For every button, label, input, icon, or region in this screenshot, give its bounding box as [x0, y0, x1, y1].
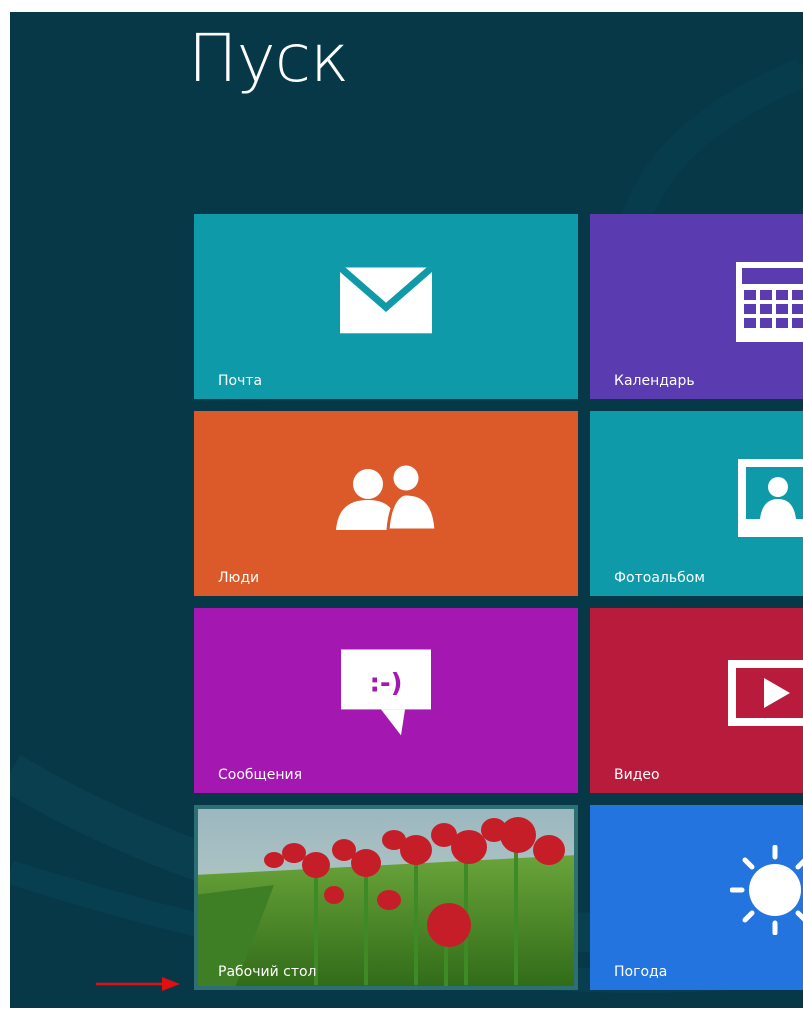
tile-selection-border — [194, 805, 578, 990]
people-icon — [336, 462, 438, 531]
tile-video[interactable]: Видео — [590, 608, 803, 793]
play-icon — [728, 660, 803, 726]
tile-weather[interactable]: Погода — [590, 805, 803, 990]
page-title: Пуск — [188, 20, 349, 97]
tile-photos-label: Фотоальбом — [614, 570, 705, 586]
tile-desktop-label: Рабочий стол — [218, 964, 317, 980]
tile-mail-label: Почта — [218, 373, 263, 389]
photo-icon — [738, 459, 803, 537]
tile-video-label: Видео — [614, 767, 660, 783]
calendar-icon — [736, 262, 803, 342]
tile-messaging[interactable]: :-) Сообщения — [194, 608, 578, 793]
tile-people[interactable]: Люди — [194, 411, 578, 596]
tile-messaging-label: Сообщения — [218, 767, 303, 783]
tile-photos[interactable]: Фотоальбом — [590, 411, 803, 596]
tile-calendar[interactable]: Календарь — [590, 214, 803, 399]
sun-icon — [730, 845, 803, 935]
tile-desktop[interactable]: Рабочий стол — [194, 805, 578, 990]
envelope-icon — [340, 266, 432, 333]
tile-mail[interactable]: Почта — [194, 214, 578, 399]
chat-bubble-icon: :-) — [341, 648, 431, 735]
tile-calendar-label: Календарь — [614, 373, 695, 389]
chat-bubble-text: :-) — [369, 668, 402, 698]
start-screen: Пуск Почта Календарь Люди Фотоальбом:-)… — [10, 12, 803, 1008]
tile-weather-label: Погода — [614, 964, 668, 980]
red-arrow-icon — [96, 977, 180, 991]
tile-people-label: Люди — [218, 570, 260, 586]
